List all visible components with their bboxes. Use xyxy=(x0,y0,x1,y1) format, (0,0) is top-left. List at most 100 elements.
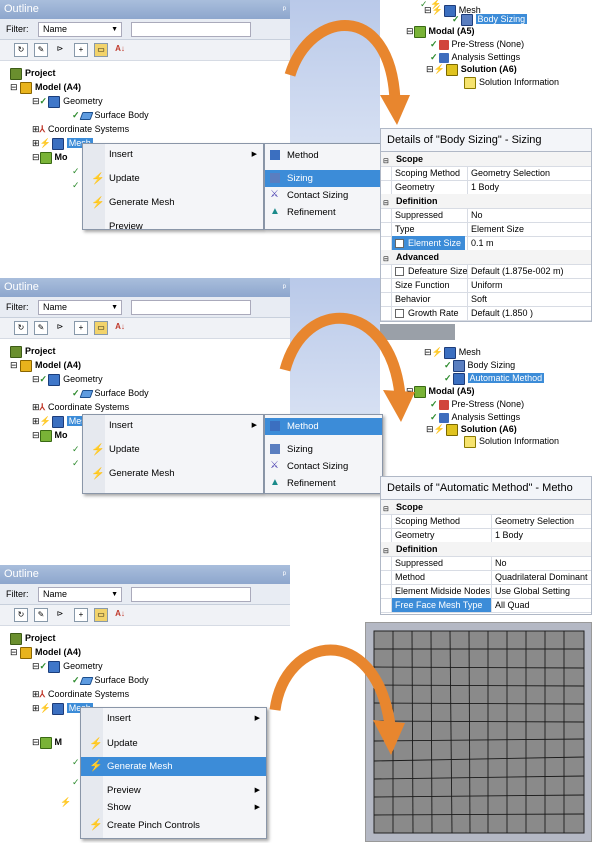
submenu-sizing[interactable]: Sizing xyxy=(265,170,382,187)
tree-modal-truncated[interactable]: ⊟ Mo xyxy=(32,151,68,164)
filter-select[interactable]: Name ▼ xyxy=(38,587,122,602)
menu-generate-mesh[interactable]: ⚡ Generate Mesh xyxy=(83,192,263,214)
row-element-size[interactable]: Element Size 0.1 m xyxy=(381,236,591,251)
tree-automatic-method[interactable]: ✓ Automatic Method xyxy=(444,372,545,385)
show-icon[interactable]: ✎ xyxy=(34,321,48,335)
tree-solution-info[interactable]: Solution Information xyxy=(464,435,559,448)
tree-modal-truncated[interactable]: ⊟ M xyxy=(32,736,62,749)
tree-project[interactable]: Project xyxy=(10,632,56,645)
section-scope[interactable]: ⊟ Scope xyxy=(381,152,591,167)
tree-geometry[interactable]: ⊟✓ Geometry xyxy=(32,95,103,108)
tree-model[interactable]: ⊟ Model (A4) xyxy=(10,81,81,94)
submenu-contact-sizing[interactable]: ⚔ Contact Sizing xyxy=(265,187,382,204)
row-geometry[interactable]: Geometry 1 Body xyxy=(381,180,591,195)
expand-icon[interactable]: + xyxy=(74,608,88,622)
section-scope[interactable]: ⊟ Scope xyxy=(381,500,591,515)
pre-stress-icon xyxy=(438,39,449,50)
show-icon[interactable]: ✎ xyxy=(34,43,48,57)
row-size-function[interactable]: Size Function Uniform xyxy=(381,278,591,293)
menu-update[interactable]: ⚡ Update xyxy=(83,439,263,461)
menu-generate-mesh[interactable]: ⚡ Generate Mesh xyxy=(81,757,266,776)
section-advanced[interactable]: ⊟ Advanced xyxy=(381,250,591,265)
filter-input[interactable] xyxy=(131,22,251,37)
row-scoping-method[interactable]: Scoping Method Geometry Selection xyxy=(381,514,591,529)
filter-bar: Filter: Name ▼ xyxy=(0,19,290,40)
filter-select[interactable]: Name ▼ xyxy=(38,22,122,37)
tree-coordinate-systems[interactable]: ⊞⅄ Coordinate Systems xyxy=(32,401,129,414)
check-icon: ✓ xyxy=(444,360,452,370)
refresh-icon[interactable]: ↻ xyxy=(14,321,28,335)
folder-icon[interactable]: ▭ xyxy=(94,608,108,622)
row-scoping-method[interactable]: Scoping Method Geometry Selection xyxy=(381,166,591,181)
connect-icon[interactable]: ⊳ xyxy=(54,321,66,333)
menu-update[interactable]: ⚡ Update xyxy=(81,733,266,755)
tree-mesh[interactable]: ⊟⚡ Mesh xyxy=(424,346,481,359)
section-definition[interactable]: ⊟ Definition xyxy=(381,542,591,557)
bolt-icon: ⚡ xyxy=(39,703,51,713)
row-method[interactable]: Method Quadrilateral Dominant xyxy=(381,570,591,585)
checkbox[interactable] xyxy=(395,239,404,249)
tree-surface-body[interactable]: ✓ Surface Body xyxy=(72,387,149,400)
refresh-icon[interactable]: ↻ xyxy=(14,608,28,622)
row-type[interactable]: Type Element Size xyxy=(381,222,591,237)
row-suppressed[interactable]: Suppressed No xyxy=(381,208,591,223)
tree-pre-stress[interactable]: ✓ Pre-Stress (None) xyxy=(430,398,524,411)
tree-solution[interactable]: ⊟⚡ Solution (A6) xyxy=(426,63,517,76)
menu-preview[interactable]: Preview ▶ xyxy=(81,782,266,799)
tree-geometry[interactable]: ⊟✓ Geometry xyxy=(32,660,103,673)
checkbox[interactable] xyxy=(395,267,404,277)
row-geometry[interactable]: Geometry 1 Body xyxy=(381,528,591,543)
menu-update[interactable]: ⚡ Update xyxy=(83,168,263,190)
tree-project[interactable]: Project xyxy=(10,67,56,80)
submenu-refinement[interactable]: ▲ Refinement xyxy=(265,204,382,221)
menu-insert[interactable]: Insert ▶ xyxy=(81,708,266,730)
row-suppressed[interactable]: Suppressed No xyxy=(381,556,591,571)
tree-surface-body[interactable]: ✓ Surface Body xyxy=(72,109,149,122)
pin-icon[interactable]: ᵖ xyxy=(283,278,286,297)
show-icon[interactable]: ✎ xyxy=(34,608,48,622)
row-defeature-size[interactable]: Defeature Size Default (1.875e-002 m) xyxy=(381,264,591,279)
connect-icon[interactable]: ⊳ xyxy=(54,608,66,620)
submenu-method[interactable]: Method xyxy=(265,147,382,164)
menu-show[interactable]: Show ▶ xyxy=(81,799,266,816)
tree-surface-body[interactable]: ✓ Surface Body xyxy=(72,674,149,687)
tree-modal-truncated[interactable]: ⊟ Mo xyxy=(32,429,68,442)
folder-icon[interactable]: ▭ xyxy=(94,321,108,335)
submenu-refinement[interactable]: ▲ Refinement xyxy=(265,475,382,492)
pin-icon[interactable]: ᵖ xyxy=(283,565,286,584)
section-definition[interactable]: ⊟ Definition xyxy=(381,194,591,209)
menu-create-pinch-controls[interactable]: ⚡ Create Pinch Controls xyxy=(81,816,266,835)
menu-insert[interactable]: Insert ▶ xyxy=(83,415,263,437)
menu-preview[interactable]: Preview xyxy=(83,216,263,238)
tree-pre-stress[interactable]: ✓ Pre-Stress (None) xyxy=(430,38,524,51)
filter-input[interactable] xyxy=(131,300,251,315)
tree-body-sizing[interactable]: ✓ Body Sizing xyxy=(444,359,515,372)
tree-coordinate-systems[interactable]: ⊞⅄ Coordinate Systems xyxy=(32,688,129,701)
submenu-contact-sizing[interactable]: ⚔ Contact Sizing xyxy=(265,458,382,475)
context-menu-1: Insert ▶ ⚡ Update ⚡ Generate Mesh Preview xyxy=(82,143,264,232)
axes-icon: ⅄ xyxy=(39,689,46,700)
chevron-down-icon: ▼ xyxy=(111,591,118,598)
sort-icon[interactable]: A↓ xyxy=(114,321,126,333)
refresh-icon[interactable]: ↻ xyxy=(14,43,28,57)
connect-icon[interactable]: ⊳ xyxy=(54,43,66,55)
filter-input[interactable] xyxy=(131,587,251,602)
filter-select[interactable]: Name ▼ xyxy=(38,300,122,315)
tree-coordinate-systems[interactable]: ⊞⅄ Coordinate Systems xyxy=(32,123,129,136)
expand-icon[interactable]: + xyxy=(74,321,88,335)
menu-generate-mesh[interactable]: ⚡ Generate Mesh xyxy=(83,463,263,485)
row-midside[interactable]: Element Midside Nodes Use Global Setting xyxy=(381,584,591,599)
tree-geometry[interactable]: ⊟✓ Geometry xyxy=(32,373,103,386)
folder-icon[interactable]: ▭ xyxy=(94,43,108,57)
tree-model[interactable]: ⊟ Model (A4) xyxy=(10,359,81,372)
menu-insert[interactable]: Insert ▶ xyxy=(83,144,263,166)
sort-icon[interactable]: A↓ xyxy=(114,608,126,620)
expand-icon[interactable]: + xyxy=(74,43,88,57)
row-free-face[interactable]: Free Face Mesh Type All Quad xyxy=(381,598,591,613)
sort-icon[interactable]: A↓ xyxy=(114,43,126,55)
tree-solution-info[interactable]: Solution Information xyxy=(464,76,559,89)
submenu-sizing[interactable]: Sizing xyxy=(265,441,382,458)
mesh-icon xyxy=(51,137,64,150)
tree-model[interactable]: ⊟ Model (A4) xyxy=(10,646,81,659)
tree-project[interactable]: Project xyxy=(10,345,56,358)
